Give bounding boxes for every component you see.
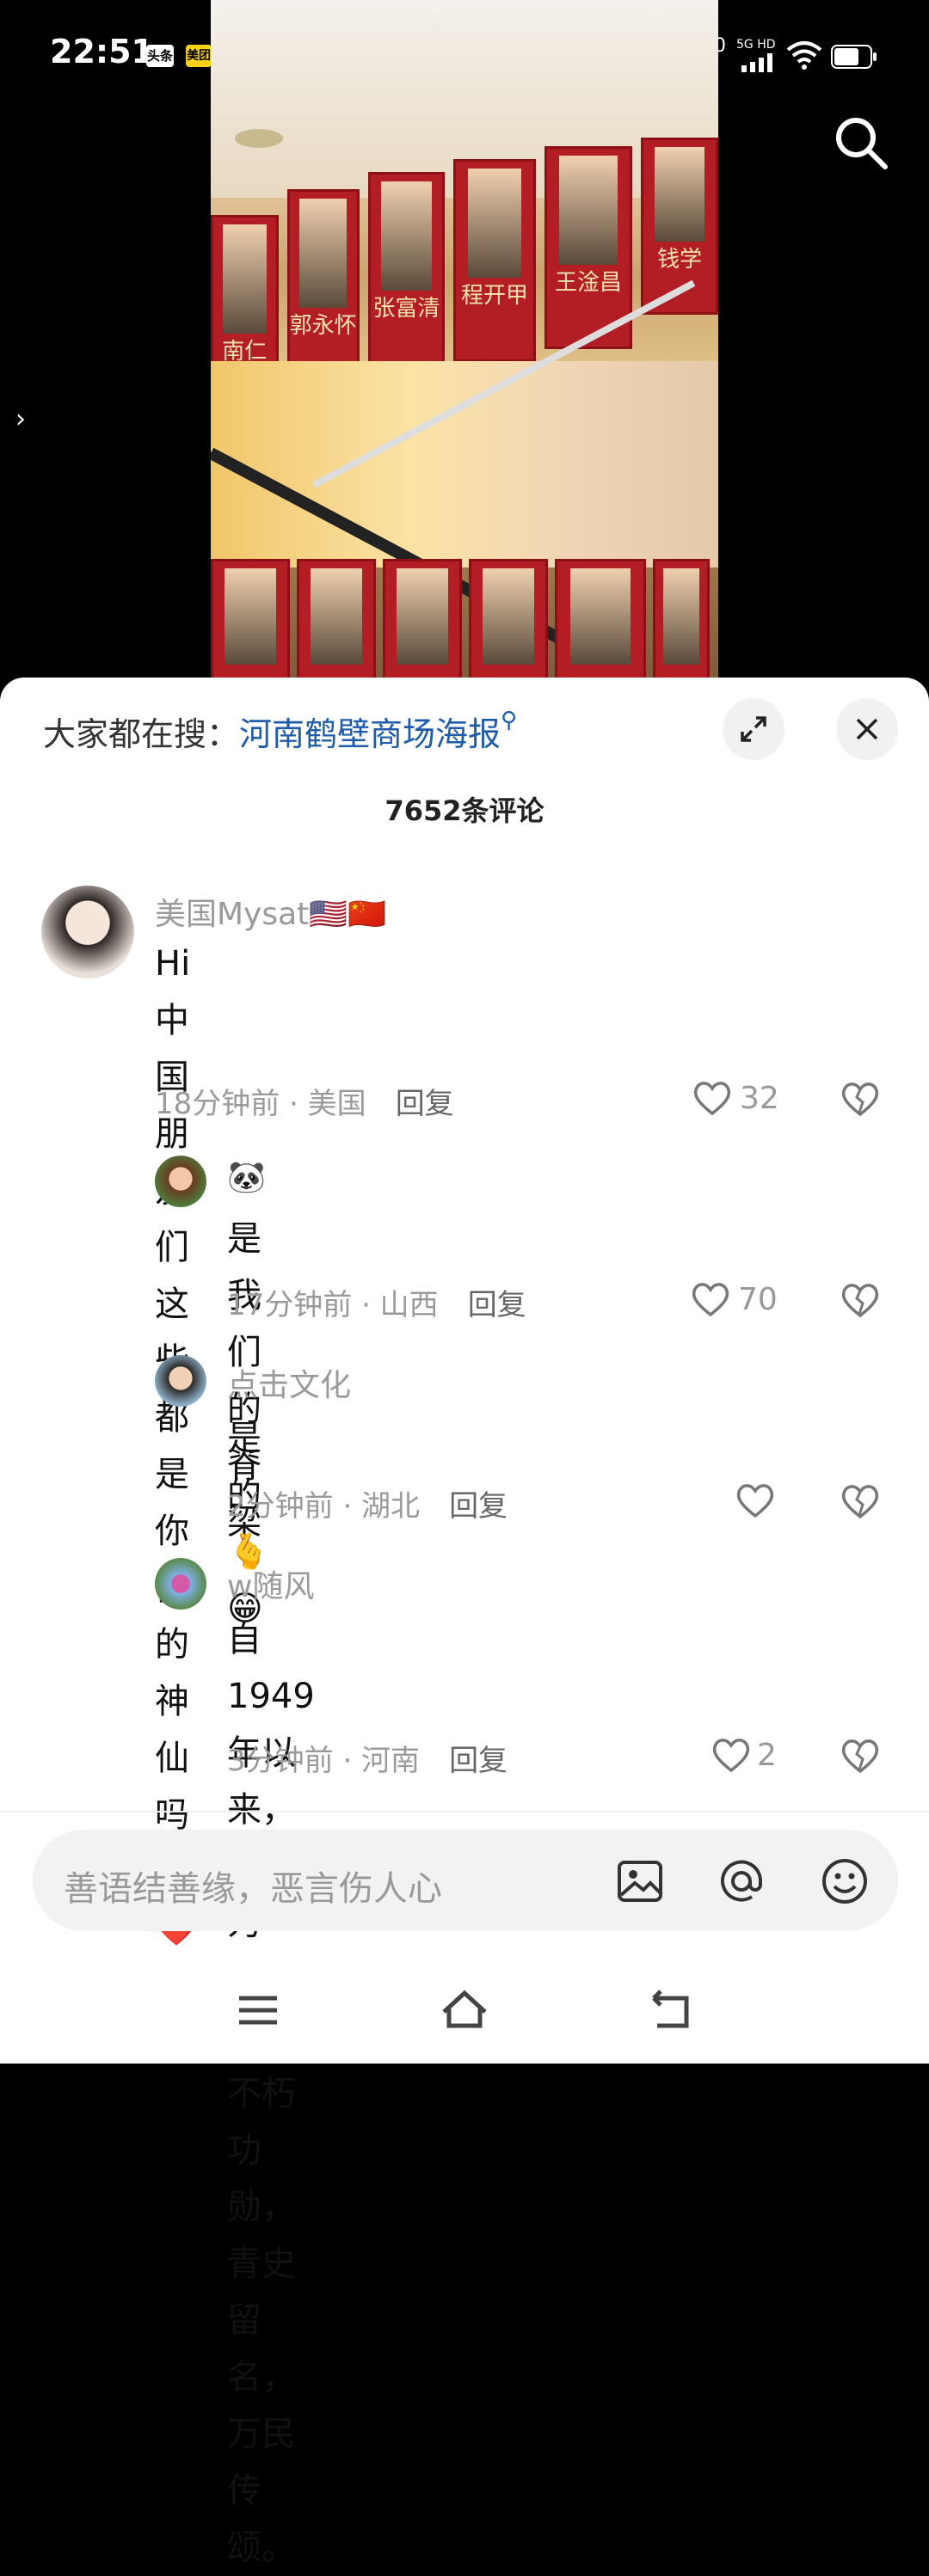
- comment-time-location: 18分钟前 · 美国: [155, 1087, 366, 1121]
- heart-outline-icon: [736, 1484, 774, 1518]
- mall-floor: [211, 361, 718, 567]
- hot-search-keyword[interactable]: 河南鹤壁商场海报: [239, 715, 501, 753]
- wifi-icon: [786, 41, 822, 70]
- poster-name: 王淦昌: [554, 269, 622, 296]
- search-small-icon: ⚲: [501, 708, 518, 733]
- heart-outline-icon: [692, 1283, 729, 1317]
- comment-meta: 3分钟前 · 河南 回复: [227, 1737, 508, 1779]
- like-button[interactable]: [735, 1479, 776, 1522]
- back-icon[interactable]: [645, 1984, 697, 2036]
- like-button[interactable]: 70: [690, 1278, 778, 1321]
- poster: [555, 559, 646, 688]
- poster: 程开甲: [453, 159, 536, 362]
- comment-meta: 2分钟前 · 湖北 回复: [227, 1482, 508, 1524]
- broken-heart-icon[interactable]: [840, 1481, 881, 1522]
- network-type: 5G HD: [736, 38, 776, 52]
- expand-icon: [741, 716, 766, 742]
- comment-time-location: 3分钟前 · 河南: [227, 1744, 421, 1778]
- system-nav-bar: [0, 1960, 929, 2064]
- heart-outline-icon: [712, 1739, 750, 1773]
- reply-button[interactable]: 回复: [449, 1744, 508, 1778]
- poster-name: 程开甲: [460, 282, 528, 309]
- avatar[interactable]: [155, 1558, 206, 1610]
- comment-count: 7652条评论: [385, 794, 544, 827]
- avatar[interactable]: [41, 886, 134, 978]
- home-icon[interactable]: [439, 1984, 490, 2036]
- comment-input[interactable]: 善语结善缘，恶言伤人心: [33, 1830, 898, 1931]
- poster-name: 张富清: [372, 295, 440, 322]
- search-icon[interactable]: [830, 112, 890, 172]
- comment-username[interactable]: 美国Mysat🇺🇸🇨🇳: [155, 889, 386, 934]
- comment-meta: 18分钟前 · 美国 回复: [155, 1080, 454, 1122]
- divider: [0, 1811, 929, 1812]
- menu-icon[interactable]: [232, 1984, 284, 2036]
- poster: 张富清: [367, 172, 446, 375]
- status-time: 22:51: [50, 33, 154, 71]
- like-button[interactable]: 32: [692, 1076, 779, 1119]
- reply-button[interactable]: 回复: [468, 1288, 526, 1322]
- close-icon: [856, 718, 878, 740]
- broken-heart-icon[interactable]: [840, 1735, 881, 1776]
- poster-row-bottom: [211, 559, 718, 688]
- like-count: 2: [757, 1737, 777, 1773]
- avatar[interactable]: [155, 1156, 206, 1207]
- video-player[interactable]: 南仁东 郭永怀 张富清 程开甲 王淦昌 钱学: [211, 0, 718, 688]
- comment-meta: 17分钟前 · 山西 回复: [227, 1281, 526, 1323]
- toutiao-app-icon: 头条: [146, 45, 174, 67]
- close-button[interactable]: [836, 698, 898, 760]
- expand-button[interactable]: [723, 698, 784, 760]
- reply-button[interactable]: 回复: [396, 1087, 454, 1121]
- reply-button[interactable]: 回复: [449, 1489, 508, 1524]
- hot-search[interactable]: 大家都在搜：河南鹤壁商场海报⚲: [43, 708, 517, 755]
- poster: [469, 559, 548, 688]
- poster: [383, 559, 462, 688]
- comment-time-location: 2分钟前 · 湖北: [227, 1489, 421, 1524]
- comment-text-line: 功勋，青史留名，万民传颂。: [227, 2131, 296, 2567]
- poster: [297, 559, 376, 688]
- at-mention-icon[interactable]: [716, 1855, 767, 1907]
- battery-icon: [831, 45, 877, 69]
- comment-username[interactable]: 点击文化: [227, 1360, 351, 1405]
- broken-heart-icon[interactable]: [840, 1279, 881, 1321]
- like-count: 70: [738, 1281, 778, 1317]
- like-button[interactable]: 2: [711, 1733, 777, 1776]
- comment-input-placeholder: 善语结善缘，恶言伤人心: [64, 1869, 442, 1909]
- hot-search-prefix: 大家都在搜：: [43, 715, 240, 753]
- heart-outline-icon: [693, 1082, 731, 1116]
- poster: [653, 559, 710, 688]
- like-count: 32: [740, 1080, 779, 1116]
- comment-username[interactable]: 🐼: [227, 1159, 266, 1195]
- poster-name: 郭永怀: [289, 312, 357, 339]
- comment-time-location: 17分钟前 · 山西: [227, 1288, 439, 1322]
- comment-username[interactable]: w随风: [227, 1561, 314, 1606]
- poster: [211, 559, 290, 688]
- ceiling-light: [235, 129, 283, 148]
- emoji-icon[interactable]: [819, 1855, 871, 1907]
- avatar[interactable]: [155, 1355, 206, 1407]
- meituan-app-icon: 美团: [186, 45, 212, 67]
- chevron-right-icon[interactable]: ›: [15, 404, 26, 434]
- image-icon[interactable]: [614, 1855, 666, 1907]
- poster-name: 钱学: [657, 247, 703, 273]
- broken-heart-icon[interactable]: [840, 1078, 881, 1119]
- signal-icon: [741, 53, 772, 72]
